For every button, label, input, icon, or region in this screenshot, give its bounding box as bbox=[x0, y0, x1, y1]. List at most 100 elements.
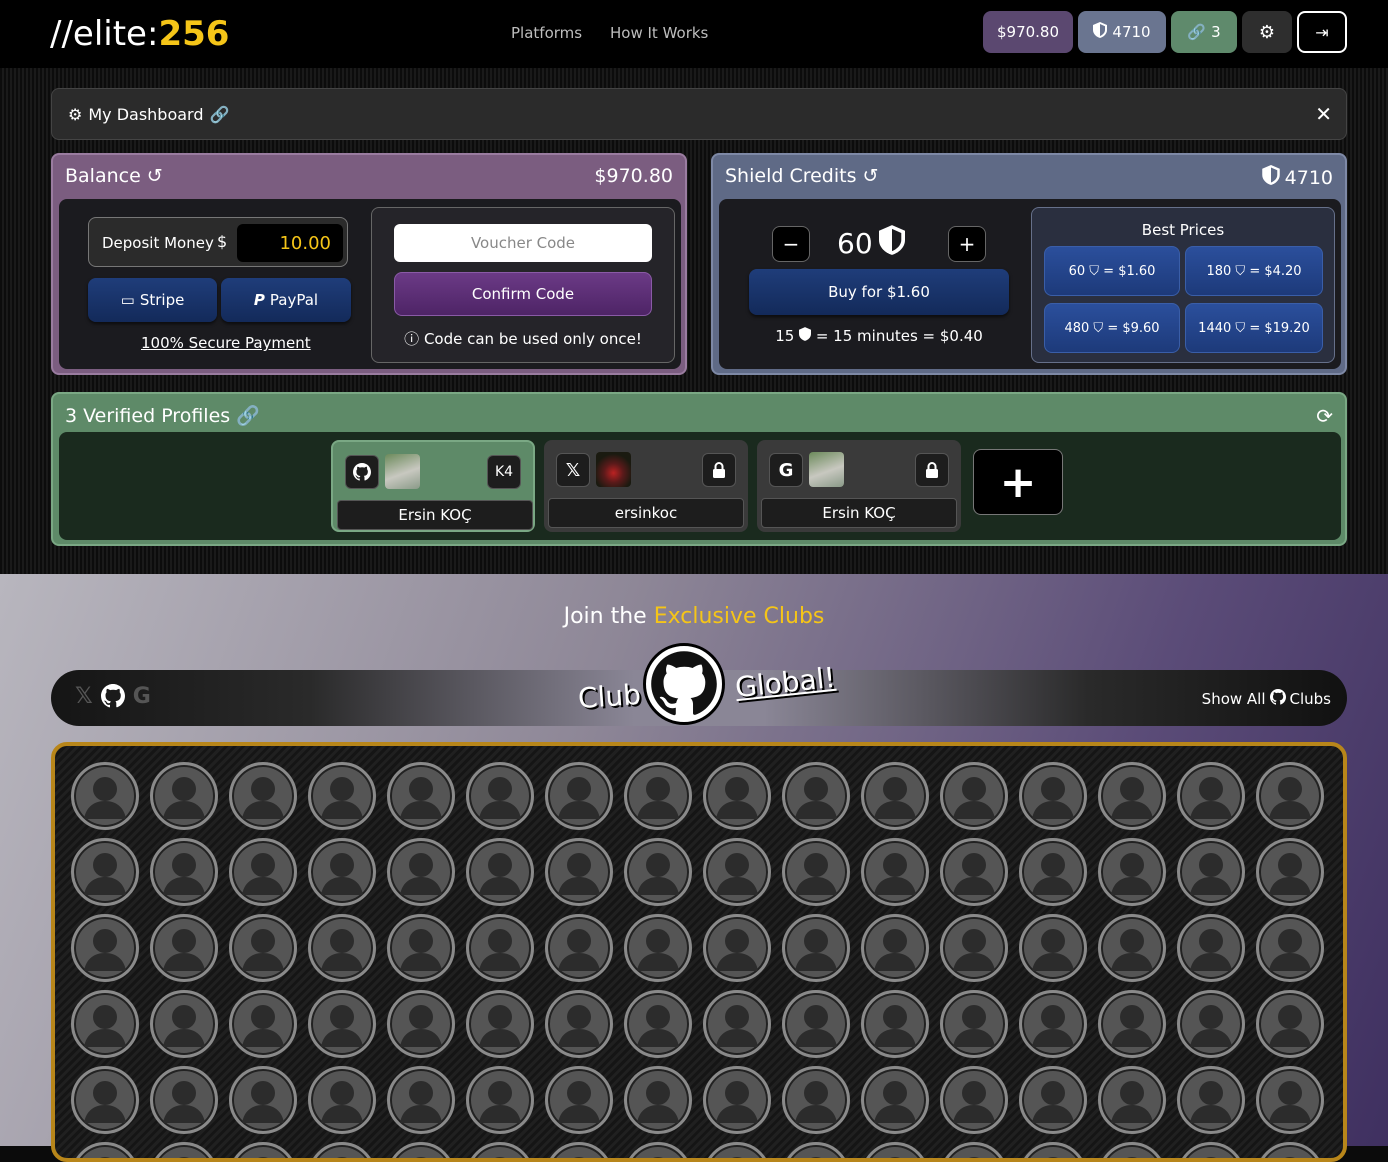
member-avatar-slot[interactable] bbox=[466, 990, 534, 1058]
member-avatar-slot[interactable] bbox=[1177, 1066, 1245, 1134]
x-logo-icon[interactable]: 𝕏 bbox=[75, 684, 93, 714]
member-avatar-slot[interactable] bbox=[229, 762, 297, 830]
member-avatar-slot[interactable] bbox=[1177, 762, 1245, 830]
member-avatar-slot[interactable] bbox=[545, 1142, 613, 1158]
member-avatar-slot[interactable] bbox=[545, 990, 613, 1058]
increase-quantity-button[interactable]: + bbox=[948, 226, 986, 262]
member-avatar-slot[interactable] bbox=[1019, 914, 1087, 982]
settings-button[interactable]: ⚙ bbox=[1242, 11, 1292, 53]
member-avatar-slot[interactable] bbox=[861, 990, 929, 1058]
member-avatar-slot[interactable] bbox=[703, 914, 771, 982]
profile-card-google[interactable]: G Ersin KOÇ bbox=[757, 440, 961, 532]
member-avatar-slot[interactable] bbox=[466, 1142, 534, 1158]
member-avatar-slot[interactable] bbox=[150, 1142, 218, 1158]
github-icon[interactable] bbox=[100, 684, 125, 714]
member-avatar-slot[interactable] bbox=[1256, 1142, 1324, 1158]
member-avatar-slot[interactable] bbox=[1098, 1142, 1166, 1158]
member-avatar-slot[interactable] bbox=[545, 838, 613, 906]
member-avatar-slot[interactable] bbox=[703, 990, 771, 1058]
member-avatar-slot[interactable] bbox=[150, 914, 218, 982]
member-avatar-slot[interactable] bbox=[545, 762, 613, 830]
member-avatar-slot[interactable] bbox=[1098, 990, 1166, 1058]
member-avatar-slot[interactable] bbox=[466, 1066, 534, 1134]
member-avatar-slot[interactable] bbox=[782, 914, 850, 982]
member-avatar-slot[interactable] bbox=[703, 1066, 771, 1134]
member-avatar-slot[interactable] bbox=[1019, 838, 1087, 906]
member-avatar-slot[interactable] bbox=[545, 914, 613, 982]
price-option-1440[interactable]: 1440 ⛉ = $19.20 bbox=[1185, 303, 1323, 353]
price-option-480[interactable]: 480 ⛉ = $9.60 bbox=[1044, 303, 1180, 353]
member-avatar-slot[interactable] bbox=[624, 1066, 692, 1134]
member-avatar-slot[interactable] bbox=[861, 838, 929, 906]
profile-card-x[interactable]: 𝕏 ersinkoc bbox=[544, 440, 748, 532]
member-avatar-slot[interactable] bbox=[229, 990, 297, 1058]
add-profile-button[interactable]: + bbox=[973, 449, 1063, 515]
member-avatar-slot[interactable] bbox=[782, 990, 850, 1058]
member-avatar-slot[interactable] bbox=[229, 914, 297, 982]
member-avatar-slot[interactable] bbox=[782, 1066, 850, 1134]
nav-platforms[interactable]: Platforms bbox=[511, 24, 582, 42]
member-avatar-slot[interactable] bbox=[229, 838, 297, 906]
member-avatar-slot[interactable] bbox=[71, 990, 139, 1058]
deposit-amount-input[interactable]: 10.00 bbox=[237, 224, 343, 262]
member-avatar-slot[interactable] bbox=[940, 990, 1008, 1058]
refresh-icon[interactable]: ⟳ bbox=[1316, 404, 1333, 428]
buy-shield-button[interactable]: Buy for $1.60 bbox=[749, 269, 1009, 315]
nav-how-it-works[interactable]: How It Works bbox=[610, 24, 708, 42]
google-icon[interactable]: G bbox=[133, 684, 151, 714]
price-option-60[interactable]: 60 ⛉ = $1.60 bbox=[1044, 246, 1180, 296]
history-icon[interactable]: ↺ bbox=[863, 165, 879, 187]
confirm-code-button[interactable]: Confirm Code bbox=[394, 272, 652, 316]
member-avatar-slot[interactable] bbox=[387, 914, 455, 982]
price-option-180[interactable]: 180 ⛉ = $4.20 bbox=[1185, 246, 1323, 296]
member-avatar-slot[interactable] bbox=[387, 762, 455, 830]
member-avatar-slot[interactable] bbox=[624, 762, 692, 830]
member-avatar-slot[interactable] bbox=[1019, 1066, 1087, 1134]
member-avatar-slot[interactable] bbox=[782, 838, 850, 906]
member-avatar-slot[interactable] bbox=[624, 990, 692, 1058]
member-avatar-slot[interactable] bbox=[624, 838, 692, 906]
paypal-button[interactable]: P PayPal bbox=[221, 278, 351, 322]
logout-button[interactable]: ⇥ bbox=[1297, 11, 1347, 53]
member-avatar-slot[interactable] bbox=[940, 1142, 1008, 1158]
balance-pill[interactable]: $970.80 bbox=[983, 11, 1073, 53]
member-avatar-slot[interactable] bbox=[150, 990, 218, 1058]
member-avatar-slot[interactable] bbox=[1256, 990, 1324, 1058]
member-avatar-slot[interactable] bbox=[466, 762, 534, 830]
member-avatar-slot[interactable] bbox=[940, 1066, 1008, 1134]
member-avatar-slot[interactable] bbox=[1098, 914, 1166, 982]
member-avatar-slot[interactable] bbox=[71, 762, 139, 830]
member-avatar-slot[interactable] bbox=[861, 914, 929, 982]
member-avatar-slot[interactable] bbox=[703, 838, 771, 906]
member-avatar-slot[interactable] bbox=[703, 1142, 771, 1158]
member-avatar-slot[interactable] bbox=[1256, 914, 1324, 982]
member-avatar-slot[interactable] bbox=[940, 914, 1008, 982]
member-avatar-slot[interactable] bbox=[308, 762, 376, 830]
member-avatar-slot[interactable] bbox=[387, 1066, 455, 1134]
member-avatar-slot[interactable] bbox=[782, 1142, 850, 1158]
member-avatar-slot[interactable] bbox=[466, 838, 534, 906]
member-avatar-slot[interactable] bbox=[308, 1142, 376, 1158]
member-avatar-slot[interactable] bbox=[1098, 762, 1166, 830]
member-avatar-slot[interactable] bbox=[150, 838, 218, 906]
member-avatar-slot[interactable] bbox=[861, 762, 929, 830]
history-icon[interactable]: ↺ bbox=[147, 165, 163, 187]
member-avatar-slot[interactable] bbox=[861, 1142, 929, 1158]
member-avatar-slot[interactable] bbox=[150, 1066, 218, 1134]
member-avatar-slot[interactable] bbox=[466, 914, 534, 982]
logo[interactable]: //elite:256 bbox=[50, 14, 229, 54]
member-avatar-slot[interactable] bbox=[545, 1066, 613, 1134]
links-pill[interactable]: 🔗 3 bbox=[1171, 11, 1237, 53]
voucher-code-input[interactable]: Voucher Code bbox=[394, 224, 652, 262]
decrease-quantity-button[interactable]: − bbox=[772, 226, 810, 262]
member-avatar-slot[interactable] bbox=[1256, 1066, 1324, 1134]
member-avatar-slot[interactable] bbox=[624, 1142, 692, 1158]
member-avatar-slot[interactable] bbox=[1019, 762, 1087, 830]
stripe-button[interactable]: ▭ Stripe bbox=[88, 278, 217, 322]
member-avatar-slot[interactable] bbox=[1098, 838, 1166, 906]
shield-pill[interactable]: 4710 bbox=[1078, 11, 1166, 53]
member-avatar-slot[interactable] bbox=[150, 762, 218, 830]
member-avatar-slot[interactable] bbox=[1177, 838, 1245, 906]
member-avatar-slot[interactable] bbox=[624, 914, 692, 982]
member-avatar-slot[interactable] bbox=[71, 914, 139, 982]
